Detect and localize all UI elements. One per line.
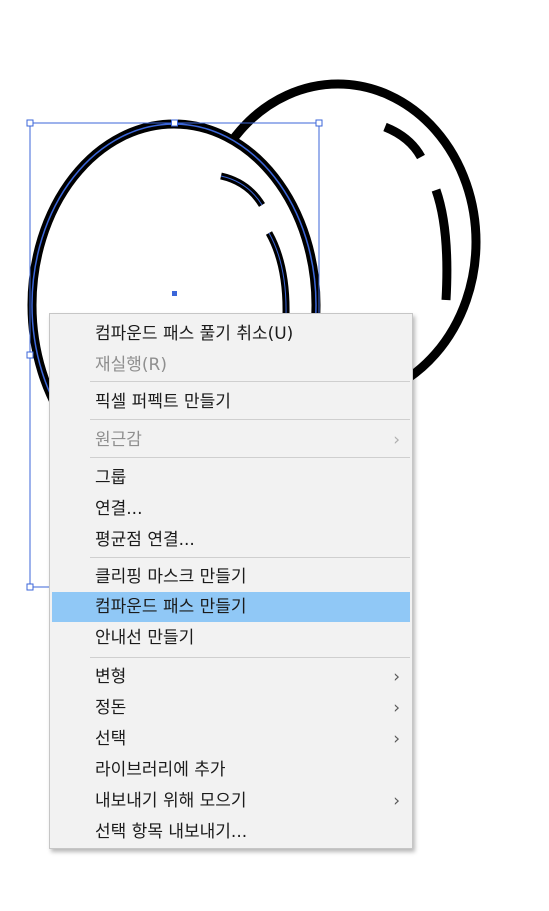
menu-item-label: 그룹 xyxy=(95,468,127,488)
chevron-right-icon: › xyxy=(393,698,400,718)
menu-item-label: 픽셀 퍼펙트 만들기 xyxy=(95,392,231,412)
menu-item-make-clipping-mask[interactable]: 클리핑 마스크 만들기 xyxy=(52,562,410,592)
chevron-right-icon: › xyxy=(393,729,400,749)
menu-item-export-selection[interactable]: 선택 항목 내보내기... xyxy=(52,817,410,847)
menu-separator xyxy=(90,457,410,458)
menu-item-make-compound-path[interactable]: 컴파운드 패스 만들기 xyxy=(52,592,410,622)
menu-item-label: 클리핑 마스크 만들기 xyxy=(95,567,247,587)
menu-item-redo[interactable]: 재실행(R) xyxy=(52,350,410,380)
menu-item-label: 평균점 연결... xyxy=(95,530,195,550)
menu-item-label: 내보내기 위해 모으기 xyxy=(95,791,247,811)
menu-separator xyxy=(90,381,410,382)
menu-item-join[interactable]: 연결... xyxy=(52,494,410,524)
handle-bottom-left[interactable] xyxy=(26,583,34,591)
menu-item-label: 선택 항목 내보내기... xyxy=(95,822,248,842)
center-point xyxy=(172,291,177,296)
menu-item-label: 컴파운드 패스 풀기 취소(U) xyxy=(95,324,294,344)
handle-middle-left[interactable] xyxy=(26,351,34,359)
menu-item-label: 컴파운드 패스 만들기 xyxy=(95,597,247,617)
menu-item-add-to-library[interactable]: 라이브러리에 추가 xyxy=(52,755,410,785)
menu-item-label: 변형 xyxy=(95,667,127,687)
menu-item-label: 라이브러리에 추가 xyxy=(95,760,226,780)
menu-item-label: 선택 xyxy=(95,729,127,749)
menu-item-select[interactable]: 선택 › xyxy=(52,724,410,754)
menu-item-label: 안내선 만들기 xyxy=(95,628,195,648)
menu-item-label: 연결... xyxy=(95,499,143,519)
menu-separator xyxy=(90,557,410,558)
menu-item-make-guides[interactable]: 안내선 만들기 xyxy=(52,623,410,653)
menu-item-group[interactable]: 그룹 xyxy=(52,463,410,493)
chevron-right-icon: › xyxy=(393,791,400,811)
menu-item-transform[interactable]: 변형 › xyxy=(52,662,410,692)
menu-separator xyxy=(90,419,410,420)
handle-top-middle[interactable] xyxy=(171,119,178,127)
menu-item-arrange[interactable]: 정돈 › xyxy=(52,693,410,723)
context-menu: 컴파운드 패스 풀기 취소(U) 재실행(R) 픽셀 퍼펙트 만들기 원근감 ›… xyxy=(49,313,413,849)
menu-item-label: 정돈 xyxy=(95,698,127,718)
menu-item-make-pixel-perfect[interactable]: 픽셀 퍼펙트 만들기 xyxy=(52,387,410,417)
menu-item-label: 원근감 xyxy=(95,430,142,450)
chevron-right-icon: › xyxy=(393,667,400,687)
handle-top-right[interactable] xyxy=(315,119,323,127)
menu-item-average-join[interactable]: 평균점 연결... xyxy=(52,525,410,555)
menu-separator xyxy=(90,657,410,658)
menu-item-collect-for-export[interactable]: 내보내기 위해 모으기 › xyxy=(52,786,410,816)
menu-item-label: 재실행(R) xyxy=(95,355,167,375)
menu-item-perspective[interactable]: 원근감 › xyxy=(52,425,410,455)
handle-top-left[interactable] xyxy=(26,119,34,127)
chevron-right-icon: › xyxy=(393,430,400,450)
menu-item-release-compound-undo[interactable]: 컴파운드 패스 풀기 취소(U) xyxy=(52,319,410,349)
